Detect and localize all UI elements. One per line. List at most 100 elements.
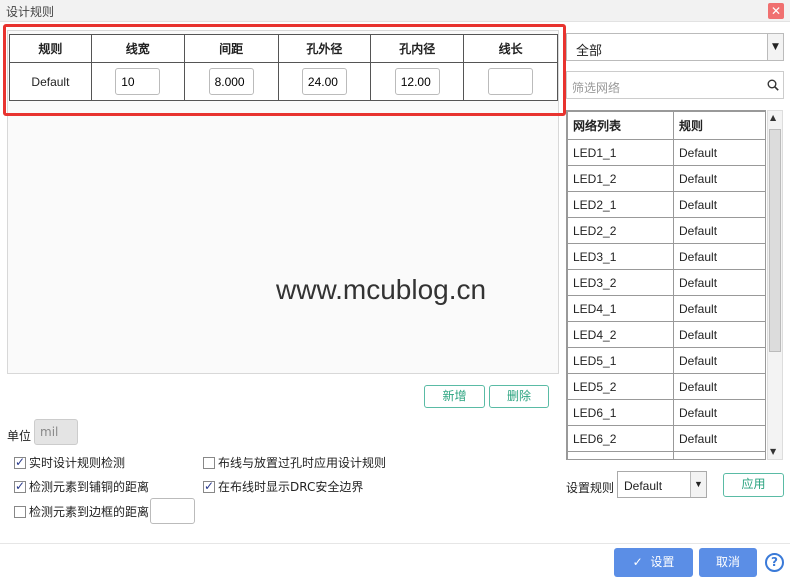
- table-row[interactable]: LED7_1Default: [567, 451, 765, 459]
- chevron-down-icon: ▼: [767, 34, 783, 60]
- net-name: LED6_1: [567, 399, 674, 426]
- scroll-thumb[interactable]: [769, 129, 781, 352]
- search-icon[interactable]: [767, 79, 779, 91]
- table-row[interactable]: LED2_2 Default: [567, 217, 765, 244]
- scroll-up-icon[interactable]: ▲: [770, 113, 776, 122]
- net-rule: Default: [673, 347, 765, 374]
- net-name: LED1_2: [567, 165, 674, 192]
- table-row[interactable]: LED1_1 Default: [567, 139, 765, 166]
- net-search-input[interactable]: 筛选网络: [566, 71, 784, 99]
- show-drc-boundary-checkbox[interactable]: 在布线时显示DRC安全边界: [203, 478, 363, 495]
- table-row[interactable]: LED5_1 Default: [567, 347, 765, 374]
- via-diameter-cell: [277, 62, 372, 101]
- table-row[interactable]: LED4_2 Default: [567, 321, 765, 348]
- checkbox-label: 检测元素到铺铜的距离: [29, 480, 150, 494]
- track-length-cell: [463, 62, 558, 101]
- check-icon: [14, 455, 26, 469]
- header-clearance: 间距: [183, 34, 279, 63]
- header-rule: 规则: [673, 111, 765, 140]
- table-row[interactable]: Default: [9, 62, 558, 101]
- table-row[interactable]: LED6_1 Default: [567, 399, 765, 426]
- net-name: LED5_2: [567, 373, 674, 400]
- outline-distance-input[interactable]: [150, 498, 195, 524]
- net-rule: Default: [673, 191, 765, 218]
- net-rule: Default: [673, 373, 765, 400]
- net-name: LED5_1: [567, 347, 674, 374]
- header-rule: 规则: [9, 34, 92, 63]
- copper-distance-checkbox[interactable]: 检测元素到铺铜的距离: [14, 478, 149, 495]
- table-row[interactable]: LED3_2 Default: [567, 269, 765, 296]
- rules-table: 规则 线宽 间距 孔外径 孔内径 线长 Default: [9, 34, 558, 101]
- header-track-length: 线长: [463, 34, 558, 63]
- checkbox-label: 检测元素到边框的距离: [29, 505, 150, 519]
- track-width-cell: [90, 62, 185, 101]
- help-icon[interactable]: ?: [765, 553, 784, 572]
- scroll-down-icon[interactable]: ▼: [770, 447, 776, 456]
- apply-rules-routing-checkbox[interactable]: 布线与放置过孔时应用设计规则: [203, 454, 386, 471]
- checkbox-label: 实时设计规则检测: [29, 456, 126, 470]
- net-rule: Default: [673, 243, 765, 270]
- header-via-drill: 孔内径: [370, 34, 465, 63]
- net-rule: Default: [673, 425, 765, 452]
- realtime-drc-checkbox[interactable]: 实时设计规则检测: [14, 454, 125, 471]
- net-name: LED2_2: [567, 217, 674, 244]
- net-rule: Default: [673, 269, 765, 296]
- net-name: LED2_1: [567, 191, 674, 218]
- net-rule: Default: [673, 321, 765, 348]
- table-row[interactable]: LED3_1 Default: [567, 243, 765, 270]
- checkbox-label: 在布线时显示DRC安全边界: [218, 480, 364, 494]
- checkbox-box: [14, 505, 26, 518]
- net-rule: Default: [673, 165, 765, 192]
- net-name: LED3_1: [567, 243, 674, 270]
- net-filter-value: 全部: [576, 44, 603, 59]
- chevron-down-icon: ▼: [690, 472, 706, 497]
- checkbox-box: [203, 456, 215, 469]
- net-rule: Default: [673, 295, 765, 322]
- table-row[interactable]: LED2_1 Default: [567, 191, 765, 218]
- net-name: LED1_1: [567, 139, 674, 166]
- set-rule-value: Default: [624, 479, 663, 493]
- delete-rule-button[interactable]: 删除: [489, 385, 549, 408]
- apply-button[interactable]: 应用: [723, 473, 784, 497]
- rule-name-cell[interactable]: Default: [9, 62, 92, 101]
- net-rule: Default: [673, 139, 765, 166]
- set-rule-select[interactable]: Default ▼: [617, 471, 707, 498]
- header-track-width: 线宽: [90, 34, 185, 63]
- header-via-diameter: 孔外径: [277, 34, 372, 63]
- clearance-input[interactable]: [208, 68, 254, 95]
- add-rule-button[interactable]: 新增: [424, 385, 485, 408]
- check-icon: [14, 479, 26, 493]
- unit-label: 单位: [7, 429, 32, 443]
- via-diameter-input[interactable]: [301, 68, 347, 95]
- clearance-cell: [183, 62, 279, 101]
- net-name: LED7_1: [567, 451, 674, 459]
- close-icon[interactable]: ✕: [768, 3, 784, 19]
- ok-button-label: 设置: [650, 555, 675, 569]
- title-bar: 设计规则 ✕: [0, 0, 790, 22]
- table-row[interactable]: LED4_1 Default: [567, 295, 765, 322]
- net-rule: Default: [673, 217, 765, 244]
- board-outline-distance-checkbox[interactable]: 检测元素到边框的距离: [14, 503, 149, 520]
- check-icon: [203, 479, 215, 493]
- unit-field: mil: [34, 419, 78, 445]
- ok-button[interactable]: ✓ 设置: [614, 548, 693, 577]
- cancel-button[interactable]: 取消: [699, 548, 757, 577]
- net-table-container: 网络列表 规则 LED1_1 Default LED1_2 Default LED2…: [566, 110, 766, 460]
- track-length-input[interactable]: [488, 68, 534, 95]
- table-row[interactable]: LED1_2 Default: [567, 165, 765, 192]
- header-net-list: 网络列表: [567, 111, 674, 140]
- search-placeholder: 筛选网络: [572, 81, 621, 95]
- net-table: 网络列表 规则 LED1_1 Default LED1_2 Default LED2…: [567, 111, 765, 459]
- window-title: 设计规则: [6, 5, 55, 19]
- track-width-input[interactable]: [115, 68, 161, 95]
- table-row[interactable]: LED5_2 Default: [567, 373, 765, 400]
- checkbox-label: 布线与放置过孔时应用设计规则: [218, 456, 387, 470]
- net-table-scrollbar[interactable]: ▲ ▼: [767, 110, 783, 460]
- net-filter-select[interactable]: 全部 ▼: [566, 33, 784, 61]
- watermark: www.mcublog.cn: [276, 274, 487, 305]
- table-row[interactable]: LED6_2 Default: [567, 425, 765, 452]
- check-icon: ✓: [632, 555, 643, 569]
- net-name: LED6_2: [567, 425, 674, 452]
- via-drill-input[interactable]: [394, 68, 440, 95]
- net-name: LED4_2: [567, 321, 674, 348]
